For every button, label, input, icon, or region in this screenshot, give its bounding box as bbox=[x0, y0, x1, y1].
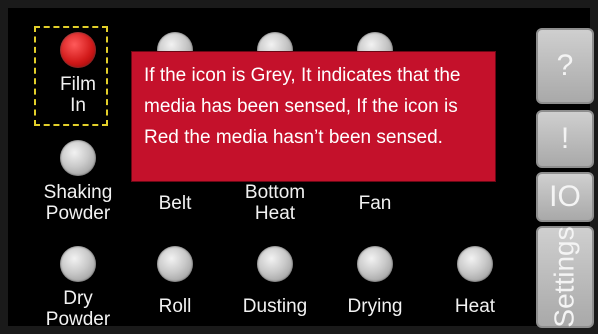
alert-button[interactable]: ! bbox=[536, 110, 594, 168]
roll-led-icon bbox=[157, 246, 193, 282]
shaking-powder-indicator[interactable]: Shaking Powder bbox=[28, 140, 128, 224]
control-panel-screen: Film In Shaking Powder Belt Bottom Heat … bbox=[0, 0, 598, 334]
heat-led-icon bbox=[457, 246, 493, 282]
dry-powder-label: Dry Powder bbox=[45, 288, 111, 330]
alert-label: ! bbox=[560, 122, 570, 155]
bottom-heat-label: Bottom Heat bbox=[244, 182, 306, 224]
dry-powder-indicator[interactable]: Dry Powder bbox=[28, 246, 128, 330]
heat-indicator[interactable]: Heat bbox=[425, 246, 525, 317]
help-button[interactable]: ? bbox=[536, 28, 594, 104]
media-sensing-tooltip: If the icon is Grey, It indicates that t… bbox=[131, 51, 496, 182]
drying-indicator[interactable]: Drying bbox=[325, 246, 425, 317]
film-in-highlight-box bbox=[34, 26, 108, 126]
dusting-label: Dusting bbox=[242, 296, 308, 317]
io-label: IO bbox=[549, 180, 581, 213]
shaking-powder-label: Shaking Powder bbox=[43, 182, 113, 224]
settings-label: Settings bbox=[549, 226, 581, 328]
io-button[interactable]: IO bbox=[536, 172, 594, 222]
heat-label: Heat bbox=[454, 296, 496, 317]
drying-led-icon bbox=[357, 246, 393, 282]
shaking-powder-led-icon bbox=[60, 140, 96, 176]
dusting-indicator[interactable]: Dusting bbox=[225, 246, 325, 317]
dusting-led-icon bbox=[257, 246, 293, 282]
roll-indicator[interactable]: Roll bbox=[125, 246, 225, 317]
drying-label: Drying bbox=[347, 296, 403, 317]
roll-label: Roll bbox=[158, 296, 192, 317]
dry-powder-led-icon bbox=[60, 246, 96, 282]
fan-label: Fan bbox=[358, 193, 392, 214]
belt-label: Belt bbox=[158, 193, 192, 214]
help-label: ? bbox=[556, 49, 574, 82]
settings-button[interactable]: Settings bbox=[536, 226, 594, 328]
